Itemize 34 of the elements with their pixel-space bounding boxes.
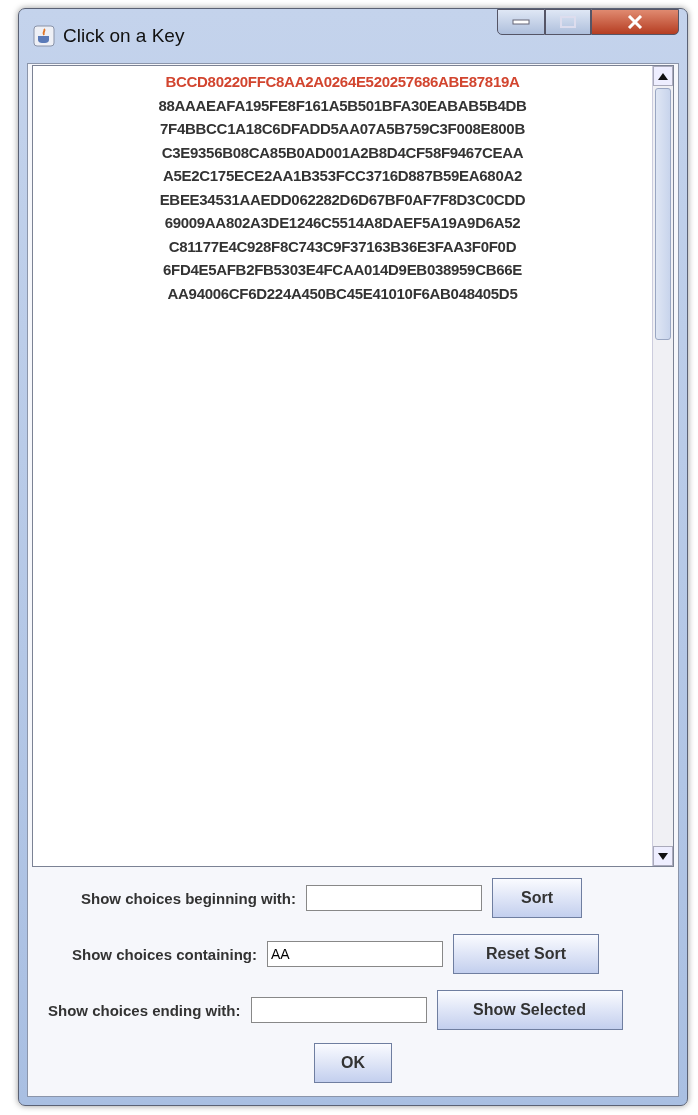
- filter-field[interactable]: [306, 885, 482, 911]
- scrollbar[interactable]: [652, 66, 673, 866]
- key-item[interactable]: AA94006CF6D224A450BC45E41010F6AB048405D5: [167, 281, 518, 305]
- key-item[interactable]: EBEE34531AAEDD062282D6D67BF0AF7F8D3C0CDD: [159, 187, 526, 211]
- maximize-button[interactable]: [545, 9, 591, 35]
- filter-button[interactable]: Sort: [492, 878, 582, 918]
- filter-field[interactable]: [250, 997, 427, 1023]
- filter-button[interactable]: Show Selected: [436, 990, 623, 1030]
- minimize-button[interactable]: [497, 9, 545, 35]
- key-item[interactable]: C3E9356B08CA85B0AD001A2B8D4CF58F9467CEAA: [161, 140, 524, 164]
- key-item[interactable]: 6FD4E5AFB2FB5303E4FCAA014D9EB038959CB66E: [163, 258, 522, 282]
- key-item[interactable]: 88AAAEAFA195FE8F161A5B501BFA30EABAB5B4DB: [158, 93, 527, 117]
- key-item[interactable]: C81177E4C928F8C743C9F37163B36E3FAA3F0F0D: [168, 234, 517, 258]
- key-item[interactable]: 69009AA802A3DE1246C5514A8DAEF5A19A9D6A52: [164, 211, 521, 235]
- filter-label: Show choices beginning with:: [81, 889, 296, 907]
- scroll-up-button[interactable]: [653, 66, 673, 86]
- down-arrow-icon: [658, 852, 668, 860]
- ok-button[interactable]: OK: [314, 1043, 392, 1083]
- close-button[interactable]: [591, 9, 679, 35]
- filter-button[interactable]: Reset Sort: [453, 934, 600, 974]
- window-title: Click on a Key: [63, 25, 185, 47]
- minimize-icon: [512, 19, 530, 25]
- key-item[interactable]: 7F4BBCC1A18C6DFADD5AA07A5B759C3F008E800B: [160, 117, 525, 141]
- scroll-down-button[interactable]: [653, 846, 673, 866]
- close-icon: [627, 15, 643, 29]
- filter-label: Show choices containing:: [72, 945, 258, 963]
- filter-label: Show choices ending with:: [48, 1001, 241, 1019]
- filter-field[interactable]: AA: [267, 941, 444, 967]
- key-item[interactable]: BCCD80220FFC8AA2A0264E520257686ABE87819A: [165, 70, 520, 94]
- scroll-thumb[interactable]: [655, 88, 671, 340]
- up-arrow-icon: [658, 72, 668, 80]
- cup-icon: [33, 25, 55, 47]
- maximize-icon: [560, 16, 576, 28]
- key-item[interactable]: A5E2C175ECE2AA1B353FCC3716D887B59EA680A2: [162, 164, 522, 188]
